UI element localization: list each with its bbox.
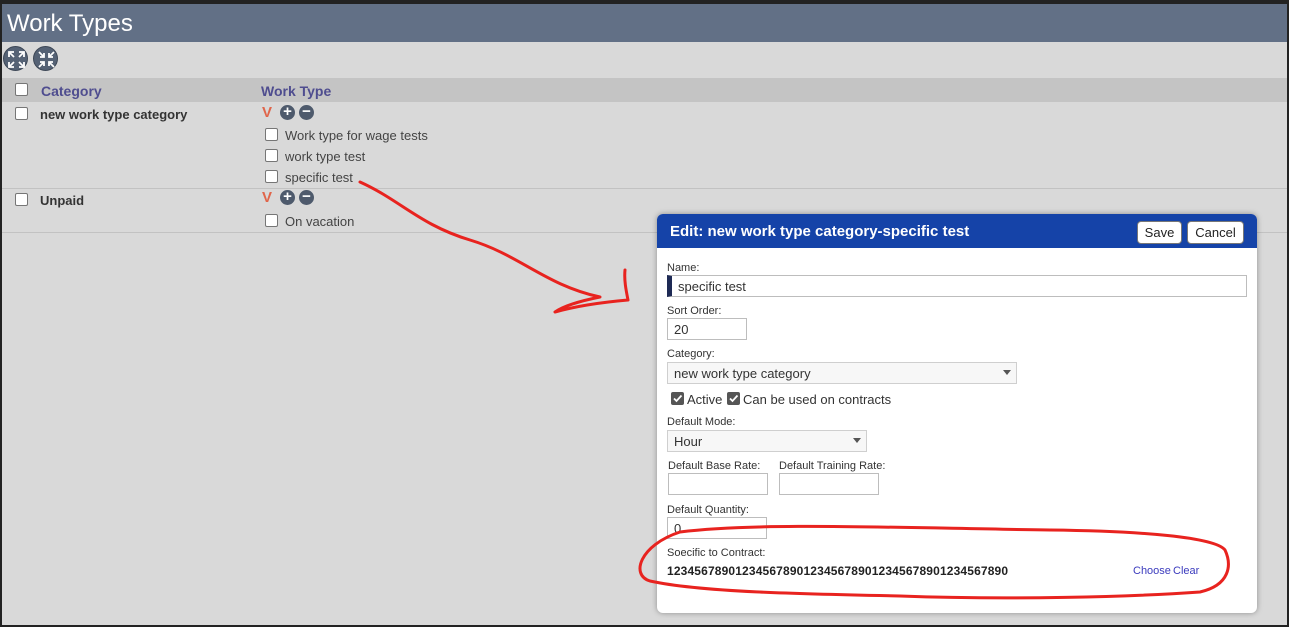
active-label: Active (687, 392, 723, 407)
dialog-title: Edit: new work type category-specific te… (670, 223, 970, 240)
specific-contract-value: 1234567890123456789012345678901234567890… (667, 564, 1009, 578)
category-label: Category: (667, 348, 715, 360)
name-label: Name: (667, 262, 700, 274)
save-button[interactable]: Save (1137, 221, 1182, 244)
sort-order-field[interactable]: 20 (667, 318, 747, 340)
quantity-field[interactable]: 0 (667, 517, 767, 539)
remove-category-button[interactable]: − (299, 103, 314, 120)
sort-order-label: Sort Order: (667, 305, 722, 317)
category-select-value: new work type category (674, 366, 811, 381)
work-type-item[interactable]: specific test (285, 170, 353, 185)
work-type-checkbox[interactable] (265, 170, 278, 183)
dialog-header: Edit: new work type category-specific te… (657, 214, 1257, 248)
work-type-checkbox[interactable] (265, 128, 278, 141)
training-rate-label: Default Training Rate: (779, 460, 886, 472)
expand-chevron-icon[interactable]: V (262, 104, 272, 121)
minus-icon: − (302, 103, 311, 120)
name-field[interactable]: specific test (667, 275, 1247, 297)
work-type-item[interactable]: work type test (285, 149, 365, 164)
work-type-item[interactable]: On vacation (285, 214, 354, 229)
work-type-checkbox[interactable] (265, 214, 278, 227)
category-name[interactable]: Unpaid (40, 193, 84, 208)
collapse-all-button[interactable] (33, 46, 58, 71)
plus-icon: + (283, 103, 292, 120)
checkmark-icon (673, 394, 683, 403)
base-rate-field[interactable] (668, 473, 768, 495)
add-work-type-button[interactable]: + (280, 188, 295, 205)
expand-chevron-icon[interactable]: V (262, 189, 272, 206)
page-title-bar: Work Types (2, 4, 1287, 42)
category-checkbox[interactable] (15, 193, 28, 206)
training-rate-field[interactable] (779, 473, 879, 495)
category-name[interactable]: new work type category (40, 107, 187, 122)
checkmark-icon (729, 394, 739, 403)
chevron-down-icon (853, 438, 861, 443)
specific-contract-label: Soecific to Contract: (667, 547, 766, 559)
expand-all-button[interactable] (3, 46, 28, 71)
select-all-checkbox[interactable] (15, 83, 28, 96)
category-column-header[interactable]: Category (41, 83, 102, 99)
work-type-column-header[interactable]: Work Type (261, 83, 331, 99)
category-select[interactable]: new work type category (667, 362, 1017, 384)
remove-category-button[interactable]: − (299, 188, 314, 205)
contracts-checkbox[interactable] (727, 392, 740, 405)
active-checkbox[interactable] (671, 392, 684, 405)
quantity-label: Default Quantity: (667, 504, 749, 516)
page-title: Work Types (7, 10, 133, 37)
clear-contract-link[interactable]: Clear (1173, 565, 1199, 577)
collapse-all-icon (38, 51, 55, 68)
work-type-item[interactable]: Work type for wage tests (285, 128, 428, 143)
default-mode-label: Default Mode: (667, 416, 736, 428)
expand-all-icon (8, 51, 25, 68)
cancel-button[interactable]: Cancel (1187, 221, 1244, 244)
base-rate-label: Default Base Rate: (668, 460, 761, 472)
default-mode-select[interactable]: Hour (667, 430, 867, 452)
minus-icon: − (302, 188, 311, 205)
row-divider (2, 188, 1287, 189)
annotation-arrow (358, 180, 630, 314)
add-work-type-button[interactable]: + (280, 103, 295, 120)
choose-contract-link[interactable]: Choose (1133, 565, 1171, 577)
grid-header: Category Work Type (2, 78, 1287, 102)
edit-work-type-dialog: Edit: new work type category-specific te… (657, 214, 1257, 613)
plus-icon: + (283, 188, 292, 205)
contracts-label: Can be used on contracts (743, 392, 892, 407)
default-mode-value: Hour (674, 434, 703, 449)
chevron-down-icon (1003, 370, 1011, 375)
category-checkbox[interactable] (15, 107, 28, 120)
toolbar (2, 44, 602, 74)
work-type-checkbox[interactable] (265, 149, 278, 162)
